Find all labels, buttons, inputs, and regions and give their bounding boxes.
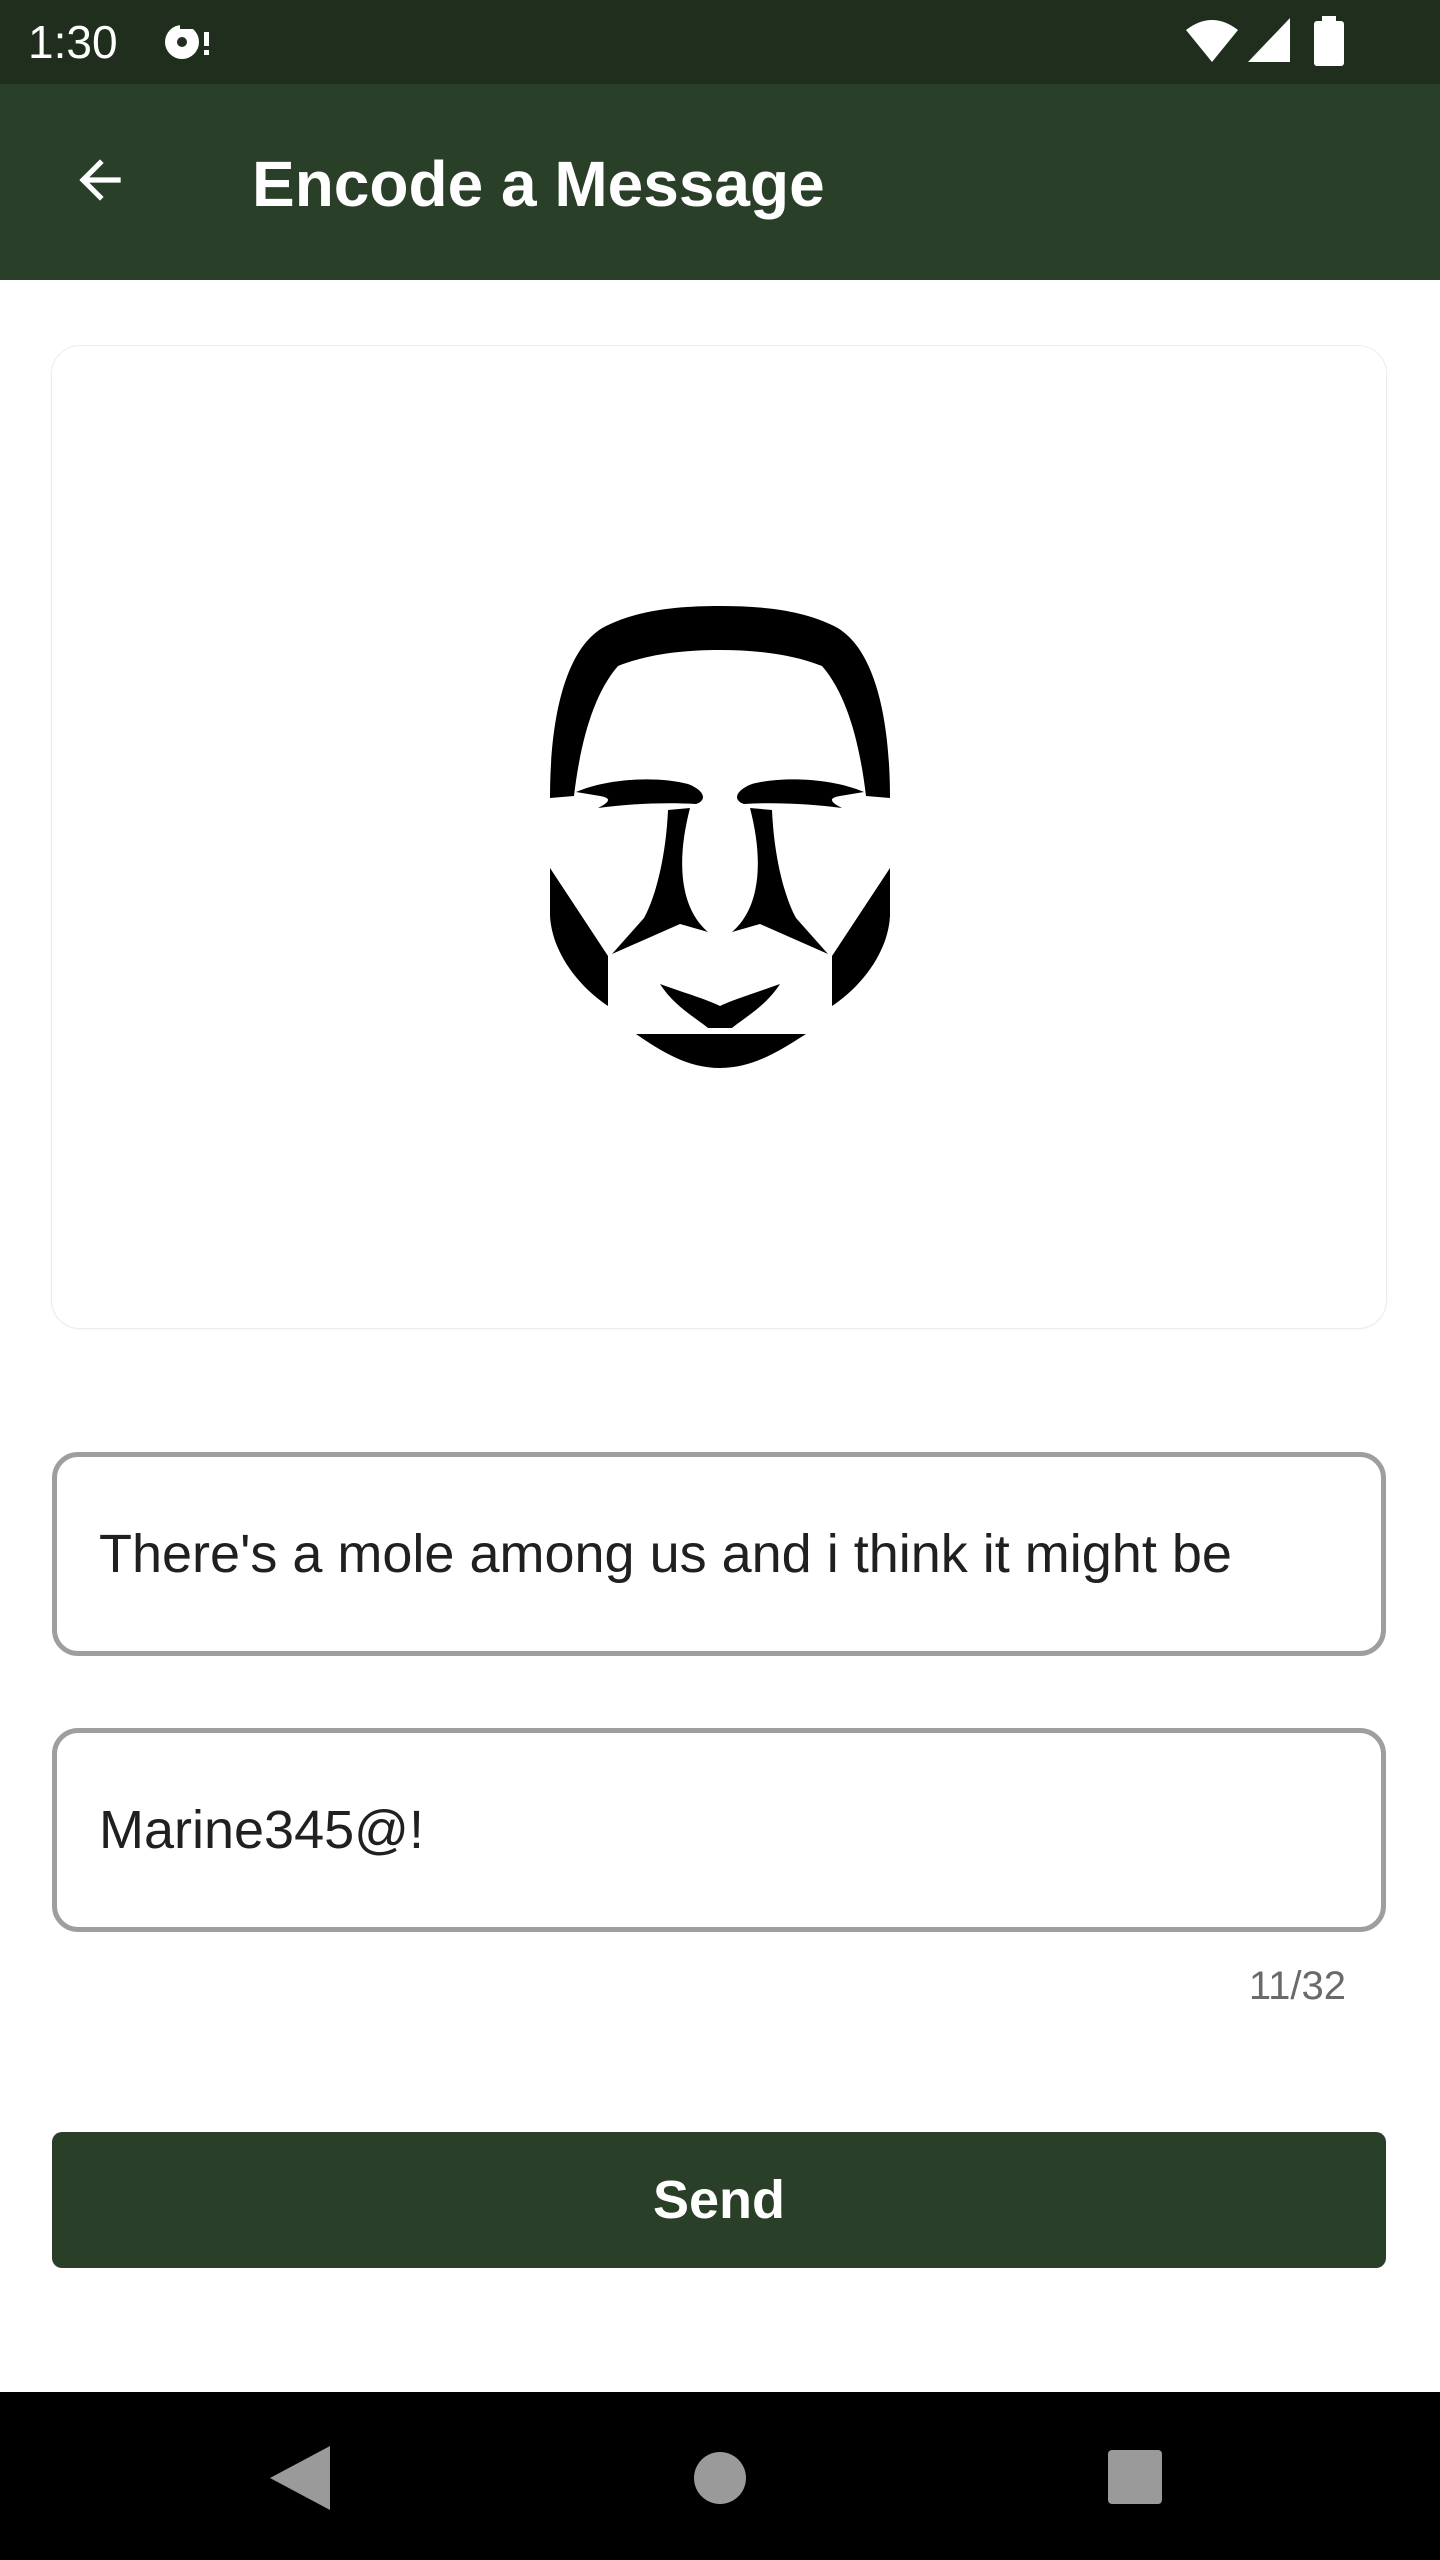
send-button[interactable]: Send — [52, 2132, 1386, 2268]
password-input[interactable]: Marine345@! — [52, 1728, 1386, 1932]
page-title: Encode a Message — [252, 148, 825, 220]
password-value: Marine345@! — [99, 1800, 424, 1860]
notification-icon — [165, 20, 209, 59]
nav-home-icon[interactable] — [694, 2452, 746, 2504]
nav-back-icon[interactable] — [270, 2446, 330, 2510]
wifi-icon — [1186, 20, 1238, 62]
arrow-back-icon — [79, 159, 121, 201]
face-logo — [550, 606, 890, 1068]
nav-recents-icon[interactable] — [1108, 2450, 1162, 2504]
character-counter: 11/32 — [1248, 1964, 1346, 2008]
navigation-bar — [0, 2392, 1440, 2560]
signal-icon — [1248, 18, 1290, 62]
back-button[interactable] — [48, 128, 152, 232]
battery-icon — [1314, 16, 1344, 66]
message-input[interactable]: There's a mole among us and i think it m… — [52, 1452, 1386, 1656]
app-bar: Encode a Message — [0, 84, 1440, 280]
message-value: There's a mole among us and i think it m… — [99, 1524, 1232, 1584]
status-time: 1:30 — [28, 16, 118, 68]
status-bar: 1:30 — [0, 0, 1440, 84]
